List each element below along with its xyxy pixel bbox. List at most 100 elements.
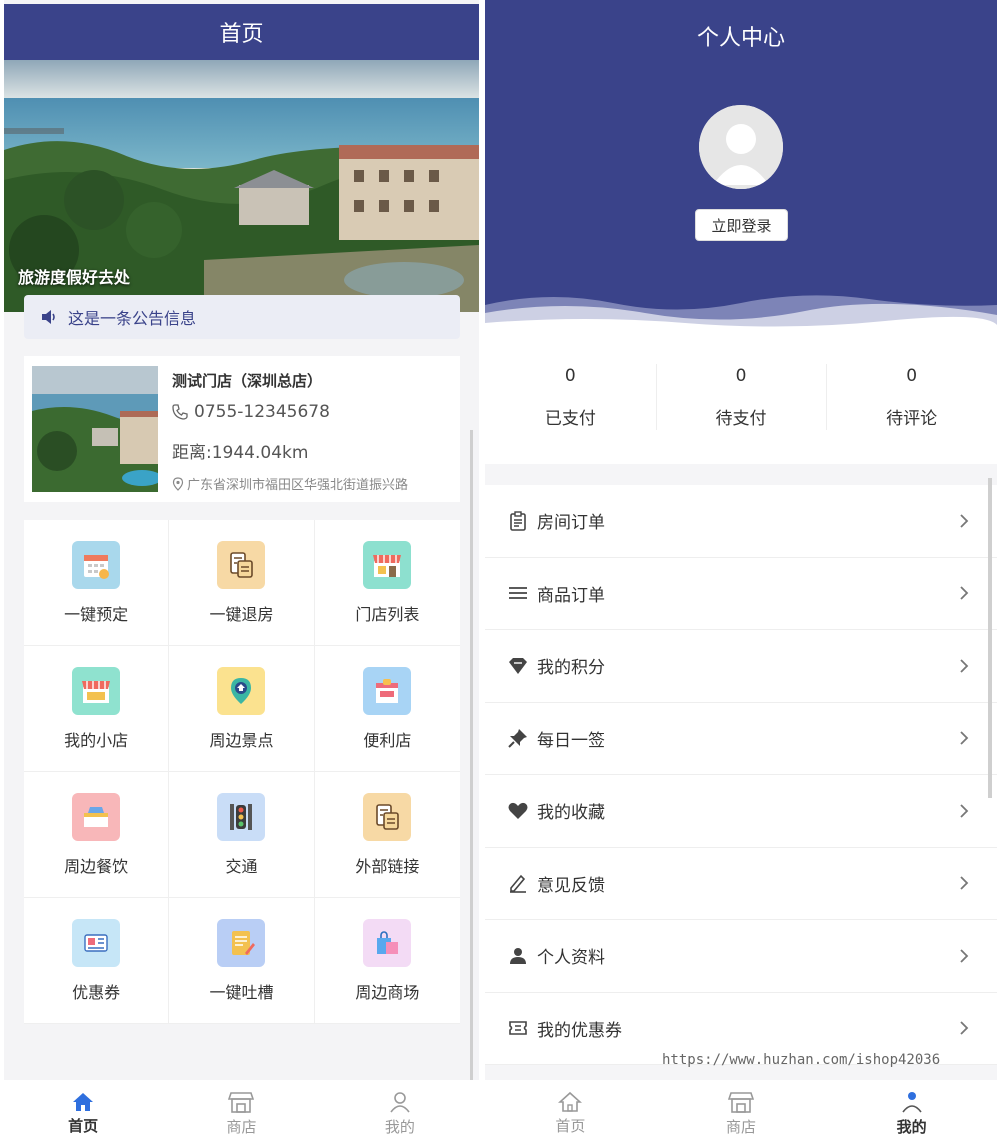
store-card[interactable]: 测试门店（深圳总店） 0755-12345678 距离:1944.04km 广东… [24, 356, 460, 502]
page-title: 个人中心 [696, 26, 785, 51]
grid-item-my-shop[interactable]: 我的小店 [24, 646, 170, 772]
stat-label: 待支付 [715, 408, 767, 429]
grid-item-complaint[interactable]: 一键吐槽 [169, 898, 315, 1024]
tab-home[interactable]: 首页 [4, 1080, 162, 1146]
grid-item-label: 一键预定 [64, 604, 129, 624]
menu-item-product-orders[interactable]: 商品订单 [485, 558, 997, 630]
order-stats: 0 已支付 0 待支付 0 待评论 [485, 330, 997, 464]
tab-label: 首页 [68, 1116, 99, 1135]
person-icon [507, 945, 529, 967]
stat-value: 0 [735, 365, 747, 386]
menu-item-profile[interactable]: 个人资料 [485, 920, 997, 993]
chevron-right-icon [960, 586, 969, 600]
menu-item-favorites[interactable]: 我的收藏 [485, 775, 997, 848]
stat-paid[interactable]: 0 已支付 [485, 330, 656, 464]
announcement-bar[interactable]: 这是一条公告信息 [24, 295, 460, 339]
chevron-right-icon [960, 731, 969, 745]
coupon-icon [72, 918, 121, 967]
scrollbar[interactable] [470, 430, 473, 1130]
stat-to-review[interactable]: 0 待评论 [826, 330, 997, 464]
store-distance: 距离:1944.04km [172, 443, 309, 463]
menu-item-daily-checkin[interactable]: 每日一签 [485, 703, 997, 775]
login-button[interactable]: 立即登录 [695, 209, 788, 241]
profile-menu: 房间订单 商品订单 我的积分 每日一签 我的收藏 意见反馈 个人资料 我的优惠券 [485, 485, 997, 1065]
menu-item-label: 意见反馈 [537, 875, 605, 896]
store-icon [728, 1091, 754, 1113]
grid-item-external-link[interactable]: 外部链接 [314, 772, 460, 898]
grid-item-coupon[interactable]: 优惠券 [24, 898, 170, 1024]
stat-unpaid[interactable]: 0 待支付 [655, 330, 827, 464]
convenience-store-icon [363, 666, 412, 715]
tab-label: 商店 [226, 1117, 257, 1136]
home-icon [73, 1092, 94, 1111]
tab-store[interactable]: 商店 [162, 1080, 320, 1146]
stat-value: 0 [564, 365, 576, 386]
tab-store[interactable]: 商店 [656, 1080, 827, 1146]
chevron-right-icon [960, 804, 969, 818]
stat-label: 已支付 [544, 408, 596, 429]
grid-item-label: 门店列表 [355, 604, 420, 624]
menu-item-label: 我的收藏 [537, 803, 605, 824]
chevron-right-icon [960, 1021, 969, 1035]
watermark-text: https://www.huzhan.com/ishop42036 [662, 1052, 941, 1068]
tab-label: 我的 [384, 1117, 415, 1136]
grid-item-label: 周边景点 [209, 730, 274, 750]
store-phone[interactable]: 0755-12345678 [172, 402, 330, 422]
chevron-right-icon [960, 514, 969, 528]
stat-value: 0 [906, 365, 918, 386]
ticket-icon [507, 1017, 529, 1039]
speaker-icon [42, 310, 55, 324]
header-wave [485, 295, 997, 330]
building-link-icon [363, 792, 412, 841]
grid-item-convenience[interactable]: 便利店 [314, 646, 460, 772]
home-screen: 首页 旅游度假好去处 这是一条公告信息 测试门店（深圳总店） 0755-1234… [4, 0, 479, 1146]
note-icon [217, 918, 266, 967]
stat-label: 待评论 [886, 408, 938, 429]
banner-carousel[interactable]: 旅游度假好去处 [4, 60, 479, 312]
grid-item-checkout[interactable]: 一键退房 [169, 520, 315, 646]
storefront-icon [363, 540, 412, 589]
chevron-right-icon [960, 949, 969, 963]
scrollbar[interactable] [988, 478, 992, 798]
page-title: 首页 [4, 4, 479, 60]
user-icon [390, 1091, 410, 1112]
avatar-placeholder-icon [699, 105, 783, 189]
store-phone-number: 0755-12345678 [194, 402, 330, 422]
grid-item-label: 周边餐饮 [64, 856, 129, 876]
grid-item-book[interactable]: 一键预定 [24, 520, 170, 646]
grid-item-label: 一键吐槽 [209, 982, 274, 1002]
grid-item-label: 便利店 [363, 730, 412, 750]
chevron-right-icon [960, 659, 969, 673]
building-icon [217, 540, 266, 589]
location-icon [172, 476, 184, 491]
grid-item-dining[interactable]: 周边餐饮 [24, 772, 170, 898]
user-icon [902, 1091, 922, 1112]
tab-mine[interactable]: 我的 [826, 1080, 997, 1146]
menu-item-label: 每日一签 [537, 730, 605, 751]
grid-item-traffic[interactable]: 交通 [169, 772, 315, 898]
tab-mine[interactable]: 我的 [321, 1080, 479, 1146]
store-address: 广东省深圳市福田区华强北街道振兴路 [172, 474, 408, 493]
phone-icon [172, 404, 188, 420]
avatar[interactable] [699, 105, 783, 189]
clipboard-icon [507, 510, 529, 532]
tab-home[interactable]: 首页 [485, 1080, 656, 1146]
home-icon [558, 1091, 583, 1112]
menu-item-room-orders[interactable]: 房间订单 [485, 485, 997, 558]
grid-item-mall[interactable]: 周边商场 [314, 898, 460, 1024]
bottom-tab-bar: 首页 商店 我的 [4, 1080, 479, 1146]
menu-item-feedback[interactable]: 意见反馈 [485, 848, 997, 920]
chevron-right-icon [960, 876, 969, 890]
grid-item-label: 优惠券 [72, 982, 121, 1002]
menu-item-points[interactable]: 我的积分 [485, 630, 997, 703]
grid-item-label: 交通 [225, 856, 258, 876]
banner-caption: 旅游度假好去处 [18, 268, 131, 287]
shop-icon [72, 666, 121, 715]
grid-item-store-list[interactable]: 门店列表 [314, 520, 460, 646]
grid-item-attractions[interactable]: 周边景点 [169, 646, 315, 772]
heart-icon [507, 800, 529, 822]
list-icon [507, 582, 529, 604]
tab-label: 我的 [896, 1117, 927, 1136]
traffic-light-icon [217, 792, 266, 841]
pin-icon [507, 727, 529, 749]
